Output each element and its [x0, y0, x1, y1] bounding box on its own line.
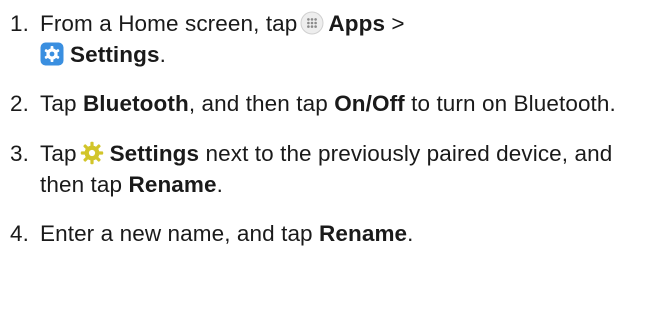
step-4: 4. Enter a new name, and tap Rename. [0, 218, 647, 249]
settings-label: Settings [109, 141, 200, 166]
apps-icon [300, 11, 324, 35]
step-number: 3. [10, 141, 29, 166]
step-text: . [159, 42, 166, 67]
step-text: > [385, 11, 405, 36]
step-text: Tap [40, 91, 83, 116]
bluetooth-label: Bluetooth [82, 91, 189, 116]
step-text: From a Home screen, tap [40, 11, 298, 36]
step-text: to turn on Bluetooth. [404, 91, 616, 116]
step-text: Tap [40, 141, 77, 166]
rename-label: Rename [128, 172, 217, 197]
step-1: 1. From a Home screen, tap Apps > Settin… [0, 8, 647, 70]
gear-icon [80, 141, 104, 165]
step-text: . [216, 172, 223, 197]
step-number: 4. [10, 221, 29, 246]
step-number: 1. [10, 11, 29, 36]
settings-icon [40, 42, 64, 66]
step-2: 2. Tap Bluetooth, and then tap On/Off to… [0, 88, 647, 119]
step-text: Enter a new name, and tap [40, 221, 320, 246]
on-off-label: On/Off [334, 91, 405, 116]
instruction-steps: 1. From a Home screen, tap Apps > Settin… [0, 0, 647, 249]
apps-label: Apps [328, 11, 386, 36]
rename-label: Rename [319, 221, 408, 246]
settings-label: Settings [70, 42, 160, 67]
step-text: . [407, 221, 414, 246]
step-text: , and then tap [188, 91, 335, 116]
step-number: 2. [10, 91, 29, 116]
step-3: 3. Tap Settings next to the previously p… [0, 138, 647, 200]
